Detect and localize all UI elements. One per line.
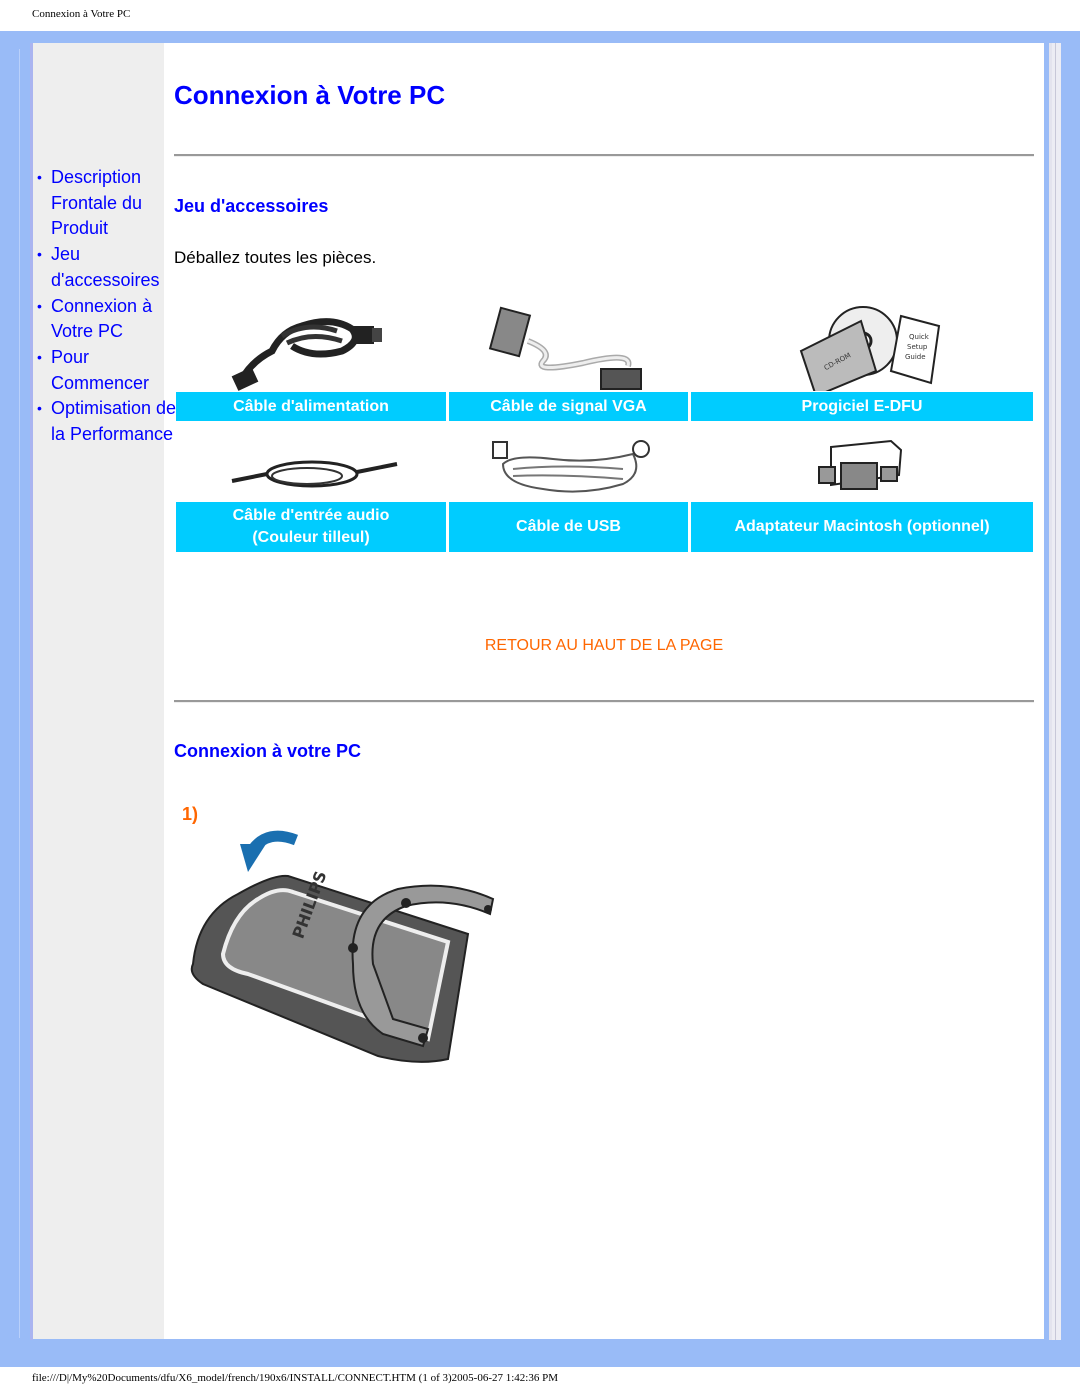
sidebar-item-label: Description Frontale du Produit — [51, 167, 143, 239]
page-title: Connexion à Votre PC — [174, 80, 446, 110]
power-cable-icon — [176, 300, 448, 392]
guide-label: Setup — [907, 343, 928, 351]
bullet-icon: • — [37, 297, 42, 314]
guide-label: Quick — [909, 333, 930, 341]
step-number: 1) — [182, 804, 199, 824]
scrollbar-line — [1055, 43, 1056, 1340]
sidebar-item-description[interactable]: • Description Frontale du Produit — [37, 165, 177, 242]
bullet-icon: • — [37, 400, 42, 417]
monitor-base-illustration: PHILIPS — [178, 824, 508, 1079]
bullet-icon: • — [37, 348, 42, 365]
label-mac-adapter: Adaptateur Macintosh (optionnel) — [691, 502, 1033, 552]
audio-cable-icon — [176, 430, 448, 502]
usb-cable-icon — [448, 430, 688, 502]
sidebar-item-label: Optimisation de la Performance — [51, 398, 177, 445]
connection-heading: Connexion à votre PC — [174, 741, 362, 761]
divider — [174, 700, 1034, 703]
label-power-cable: Câble d'alimentation — [176, 392, 446, 421]
sidebar-item-getting-started[interactable]: • Pour Commencer — [37, 345, 177, 396]
accessories-row-2: Câble d'entrée audio (Couleur tilleul) C… — [176, 430, 1033, 552]
mac-adapter-icon — [688, 430, 1033, 502]
label-audio-cable-line1: Câble d'entrée audio — [232, 507, 390, 524]
bullet-icon: • — [37, 246, 42, 263]
sidebar-item-optimization[interactable]: • Optimisation de la Performance — [37, 396, 177, 447]
accessories-heading: Jeu d'accessoires — [174, 196, 329, 216]
cd-rom-icon: CD-ROM Quick Setup Guide — [688, 300, 1033, 392]
sidebar-item-connection[interactable]: • Connexion à Votre PC — [37, 294, 177, 345]
vga-cable-icon — [448, 300, 688, 392]
label-edfu-software: Progiciel E-DFU — [691, 392, 1033, 421]
accessories-row-1: CD-ROM Quick Setup Guide Câble d'aliment… — [176, 300, 1033, 421]
print-footer: file:///D|/My%20Documents/dfu/X6_model/f… — [32, 1372, 559, 1384]
sidebar-item-label: Connexion à Votre PC — [51, 295, 153, 342]
bullet-icon: • — [37, 169, 42, 185]
sidebar-item-accessories[interactable]: • Jeu d'accessoires — [37, 242, 177, 293]
intro-text: Déballez toutes les pièces. — [174, 248, 377, 267]
sidebar-item-label: Jeu d'accessoires — [51, 244, 160, 290]
label-audio-cable: Câble d'entrée audio (Couleur tilleul) — [176, 502, 446, 552]
frame-divider — [19, 49, 20, 1338]
label-usb-cable: Câble de USB — [449, 502, 688, 552]
label-audio-cable-line2: (Couleur tilleul) — [252, 529, 370, 546]
guide-label: Guide — [905, 353, 926, 361]
sidebar-nav: • Description Frontale du Produit • Jeu … — [37, 165, 177, 448]
divider — [174, 154, 1034, 157]
back-to-top-link[interactable]: RETOUR AU HAUT DE LA PAGE — [174, 637, 1034, 655]
print-header: Connexion à Votre PC — [32, 8, 131, 20]
label-vga-cable: Câble de signal VGA — [449, 392, 688, 421]
content-area — [164, 43, 1044, 1339]
arrow-head-icon — [240, 844, 266, 872]
sidebar-item-label: Pour Commencer — [51, 346, 150, 393]
